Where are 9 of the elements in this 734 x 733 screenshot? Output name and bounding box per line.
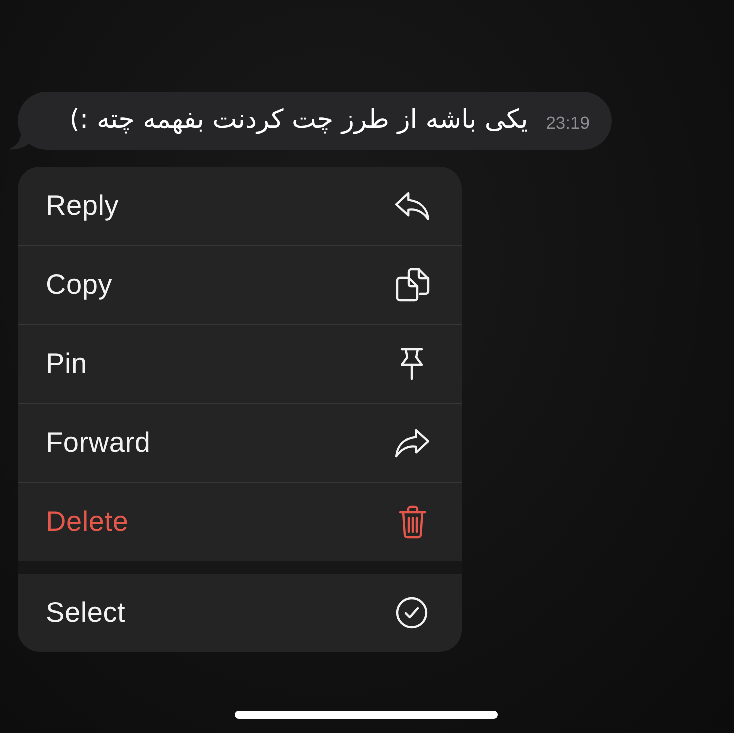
trash-icon (399, 505, 427, 539)
message-text: یکی باشه از طرز چت کردنت بفهمه چته :) (70, 104, 528, 138)
documents-icon (396, 268, 430, 302)
menu-item[interactable]: Reply (18, 167, 462, 246)
check-circle-icon (396, 597, 428, 629)
message-time: 23:19 (546, 113, 590, 134)
pushpin-icon (400, 348, 424, 380)
right-arrow-icon (395, 428, 430, 458)
left-arrow-icon (395, 192, 430, 220)
